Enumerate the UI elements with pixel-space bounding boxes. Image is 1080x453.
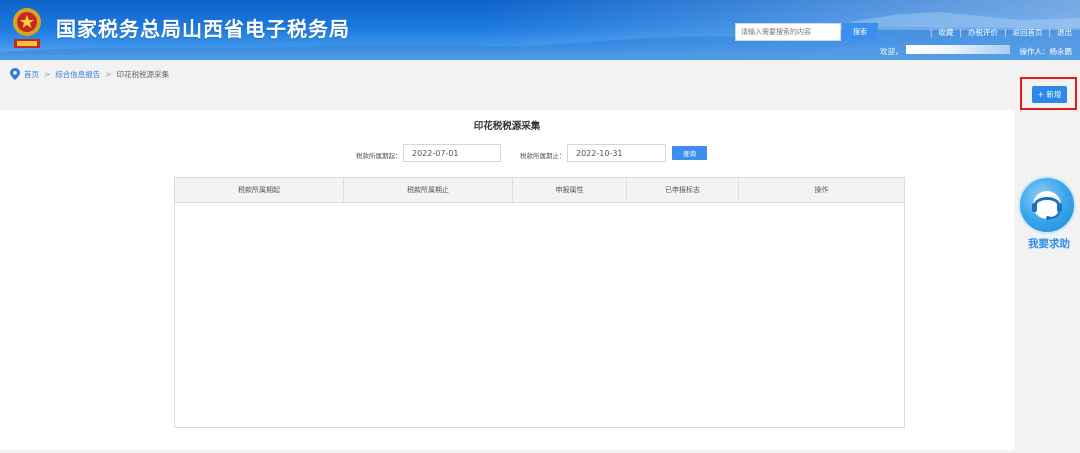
divider: | — [1048, 28, 1051, 37]
search-button[interactable]: 搜索 — [842, 23, 878, 41]
service-rating-link[interactable]: 办税评价 — [968, 27, 998, 38]
query-button[interactable]: 查询 — [672, 146, 707, 160]
end-period-field[interactable]: 2022-10-31 — [567, 144, 666, 162]
favorite-link[interactable]: 收藏 — [938, 27, 953, 38]
operator-label: 操作人：杨永鹏 — [1019, 47, 1073, 56]
breadcrumb: 首页 > 综合信息报告 > 印花税税源采集 — [10, 68, 169, 80]
search-input[interactable] — [735, 23, 841, 41]
breadcrumb-separator: > — [44, 69, 51, 79]
column-header: 已申报标志 — [627, 178, 739, 202]
breadcrumb-home-link[interactable]: 首页 — [24, 69, 39, 80]
site-title: 国家税务总局山西省电子税务局 — [56, 17, 350, 41]
location-pin-icon — [10, 68, 20, 80]
page-title: 印花税税源采集 — [473, 121, 541, 132]
welcome-label: 欢迎， — [880, 47, 903, 56]
table-header: 税款所属期起 税款所属期止 申报属性 已申报标志 操作 — [175, 178, 904, 203]
divider: | — [1003, 28, 1007, 37]
headset-support-icon — [1032, 191, 1062, 220]
top-links: | 收藏 | 办税评价 | 返回首页 | 退出 — [924, 27, 1072, 38]
start-period-label: 税款所属期起： — [356, 152, 402, 160]
end-period-label: 税款所属期止： — [520, 152, 566, 160]
divider: | — [929, 28, 933, 37]
column-header: 操作 — [814, 186, 829, 194]
help-label[interactable]: 我要求助 — [1020, 236, 1078, 251]
column-header: 税款所属期止 — [344, 178, 513, 202]
add-button[interactable]: + 新增 — [1032, 86, 1067, 103]
column-header: 申报属性 — [513, 178, 627, 202]
divider: | — [959, 28, 962, 37]
breadcrumb-section-link[interactable]: 综合信息报告 — [55, 69, 100, 80]
site-header: 国家税务总局山西省电子税务局 搜索 | 收藏 | 办税评价 | 返回首页 | 退… — [0, 0, 1080, 60]
logout-link[interactable]: 退出 — [1057, 27, 1072, 38]
breadcrumb-current: 印花税税源采集 — [116, 69, 170, 79]
national-emblem-icon — [13, 8, 41, 48]
start-period-field[interactable]: 2022-07-01 — [403, 144, 501, 162]
records-table: 税款所属期起 税款所属期止 申报属性 已申报标志 操作 — [174, 177, 905, 428]
redacted-username — [906, 45, 1010, 54]
breadcrumb-separator: > — [105, 69, 112, 79]
column-header: 税款所属期起 — [175, 178, 344, 202]
help-button[interactable] — [1018, 176, 1076, 234]
return-home-link[interactable]: 返回首页 — [1012, 27, 1042, 38]
